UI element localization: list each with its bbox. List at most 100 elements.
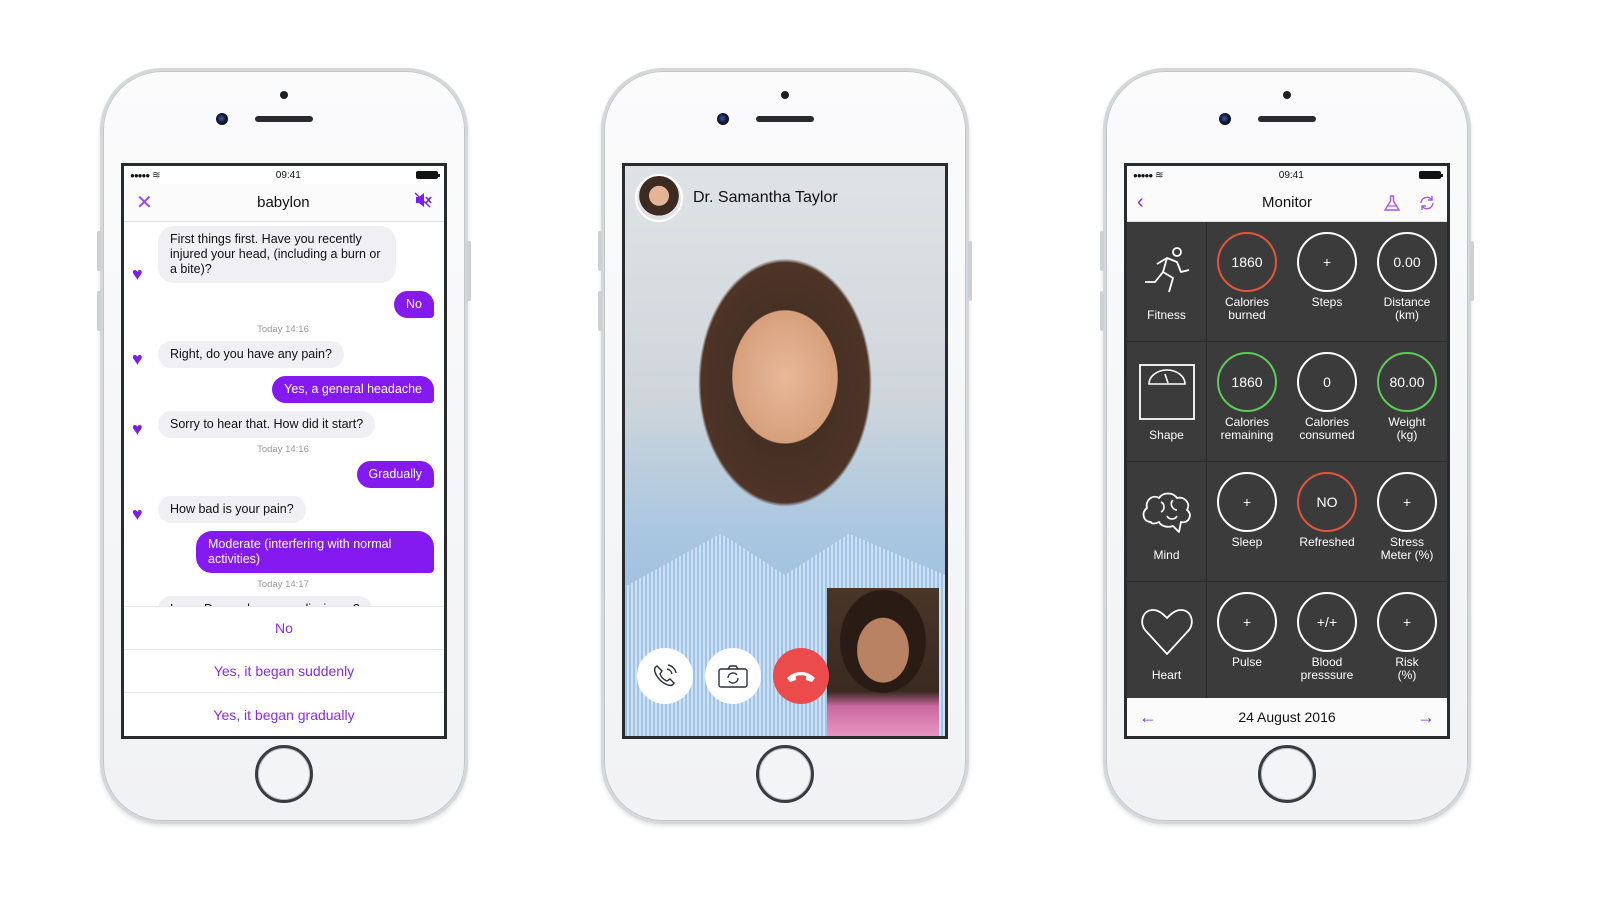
monitor-row-mind: Mind + Sleep NO Refreshed + Stress Meter (%) — [1127, 462, 1447, 582]
status-time: 09:41 — [1278, 169, 1304, 181]
speaker-call-button[interactable] — [637, 648, 693, 704]
wifi-icon: ≋ — [1155, 169, 1164, 181]
reply-option-gradually[interactable]: Yes, it began gradually — [124, 693, 444, 736]
front-camera — [216, 113, 228, 125]
category-label: Mind — [1153, 547, 1180, 562]
metric-value-ring: 80.00 — [1377, 352, 1437, 412]
category-heart[interactable]: Heart — [1127, 582, 1207, 701]
metric-label: Steps — [1311, 295, 1343, 309]
end-call-button[interactable] — [773, 648, 829, 704]
metric-value-ring: 1860 — [1217, 352, 1277, 412]
category-fitness[interactable]: Fitness — [1127, 222, 1207, 341]
video-call-screen: Dr. Samantha Taylor — [622, 163, 948, 739]
chat-screen: ●●●●● ≋ 09:41 ✕ babylon ♥ First things fir… — [121, 163, 447, 739]
close-icon[interactable]: ✕ — [136, 193, 153, 213]
metric-label: Calories remaining — [1220, 415, 1274, 442]
hang-up-icon — [787, 672, 815, 682]
message-timestamp: Today 14:16 — [257, 324, 309, 335]
message-bubble: Sorry to hear that. How did it start? — [158, 411, 376, 438]
user-message: Gradually — [132, 461, 434, 488]
reply-option-suddenly[interactable]: Yes, it began suddenly — [124, 650, 444, 693]
home-button[interactable] — [1258, 745, 1316, 803]
metric-tile[interactable]: + Sleep — [1207, 462, 1287, 581]
message-bubble: Right, do you have any pain? — [158, 341, 344, 368]
home-button[interactable] — [255, 745, 313, 803]
metric-tile[interactable]: + Risk (%) — [1367, 582, 1447, 701]
battery-icon — [1419, 171, 1443, 179]
message-timestamp: Today 14:17 — [257, 579, 309, 590]
category-label: Shape — [1149, 427, 1184, 442]
running-person-icon — [1137, 242, 1197, 302]
metric-tile[interactable]: + Steps — [1287, 222, 1367, 341]
phone-video-call: Dr. Samantha Taylor — [598, 68, 972, 824]
reply-option-no[interactable]: No — [124, 607, 444, 650]
earpiece — [1258, 116, 1316, 122]
metric-tile[interactable]: 0 Calories consumed — [1287, 342, 1367, 461]
message-bubble: No — [394, 291, 434, 318]
proximity-sensor — [781, 91, 789, 99]
scale-icon — [1137, 362, 1197, 422]
message-bubble: First things first. Have you recently in… — [158, 226, 396, 283]
metric-tile[interactable]: 80.00 Weight (kg) — [1367, 342, 1447, 461]
speaker-muted-icon[interactable] — [414, 192, 432, 213]
metric-value-ring: 0.00 — [1377, 232, 1437, 292]
proximity-sensor — [1283, 91, 1291, 99]
switch-camera-button[interactable] — [705, 648, 761, 704]
status-time: 09:41 — [275, 169, 301, 181]
category-mind[interactable]: Mind — [1127, 462, 1207, 581]
flask-icon[interactable] — [1383, 194, 1401, 211]
message-bubble: Gradually — [356, 461, 434, 488]
metric-value-ring: 1860 — [1217, 232, 1277, 292]
bot-message: ♥ How bad is your pain? — [132, 496, 434, 523]
monitor-row-shape: Shape 1860 Calories remaining 0 Calories consu… — [1127, 342, 1447, 462]
heart-filled-icon: ♥ — [132, 504, 143, 524]
chevron-left-icon[interactable]: ‹ — [1137, 191, 1144, 214]
monitor-grid: Fitness 1860 Calories burned + Steps 0.00 Dista… — [1127, 222, 1447, 702]
message-bubble: Yes, a general headache — [272, 376, 434, 403]
metric-value-ring: NO — [1297, 472, 1357, 532]
phone-chat: ●●●●● ≋ 09:41 ✕ babylon ♥ First things fir… — [97, 68, 471, 824]
signal-dots-icon: ●●●●● — [130, 170, 150, 180]
message-bubble: How bad is your pain? — [158, 496, 306, 523]
next-day-arrow-icon[interactable]: → — [1417, 707, 1435, 728]
camera-rotate-icon — [718, 665, 748, 688]
call-controls — [637, 648, 829, 704]
heart-filled-icon: ♥ — [132, 264, 143, 284]
heart-filled-icon: ♥ — [132, 419, 143, 439]
chat-thread: ♥ First things first. Have you recently i… — [124, 222, 444, 623]
caller-header: Dr. Samantha Taylor — [635, 174, 838, 222]
metric-value-ring: + — [1377, 592, 1437, 652]
brain-icon — [1137, 482, 1197, 542]
status-bar: ●●●●● ≋ 09:41 — [124, 166, 444, 184]
app-title: babylon — [257, 194, 310, 211]
home-button[interactable] — [756, 745, 814, 803]
metric-label: Refreshed — [1299, 535, 1355, 549]
metric-tile[interactable]: 1860 Calories burned — [1207, 222, 1287, 341]
wifi-icon: ≋ — [152, 169, 161, 181]
metric-label: Sleep — [1231, 535, 1263, 549]
self-view-video[interactable] — [827, 588, 939, 736]
user-message: Moderate (interfering with normal activi… — [132, 531, 434, 573]
category-shape[interactable]: Shape — [1127, 342, 1207, 461]
metric-label: Calories consumed — [1299, 415, 1355, 442]
metric-label: Weight (kg) — [1388, 415, 1426, 442]
metric-tile[interactable]: + Pulse — [1207, 582, 1287, 701]
heart-filled-icon: ♥ — [132, 349, 143, 369]
bot-message: ♥ First things first. Have you recently i… — [132, 226, 434, 283]
doctor-avatar — [635, 174, 683, 222]
earpiece — [756, 116, 814, 122]
chat-nav-bar: ✕ babylon — [124, 184, 444, 222]
metric-tile[interactable]: 1860 Calories remaining — [1207, 342, 1287, 461]
phone-speaker-icon — [653, 664, 677, 687]
metric-tile[interactable]: + Stress Meter (%) — [1367, 462, 1447, 581]
metric-tile[interactable]: NO Refreshed — [1287, 462, 1367, 581]
metric-value-ring: + — [1297, 232, 1357, 292]
reply-options: No Yes, it began suddenly Yes, it began … — [124, 606, 444, 736]
front-camera — [717, 113, 729, 125]
monitor-row-fitness: Fitness 1860 Calories burned + Steps 0.00 Dista… — [1127, 222, 1447, 342]
refresh-icon[interactable] — [1417, 195, 1437, 211]
previous-day-arrow-icon[interactable]: ← — [1139, 707, 1157, 728]
metric-tile[interactable]: 0.00 Distance (km) — [1367, 222, 1447, 341]
bot-message: ♥ Right, do you have any pain? — [132, 341, 434, 368]
metric-tile[interactable]: +/+ Blood presssure — [1287, 582, 1367, 701]
